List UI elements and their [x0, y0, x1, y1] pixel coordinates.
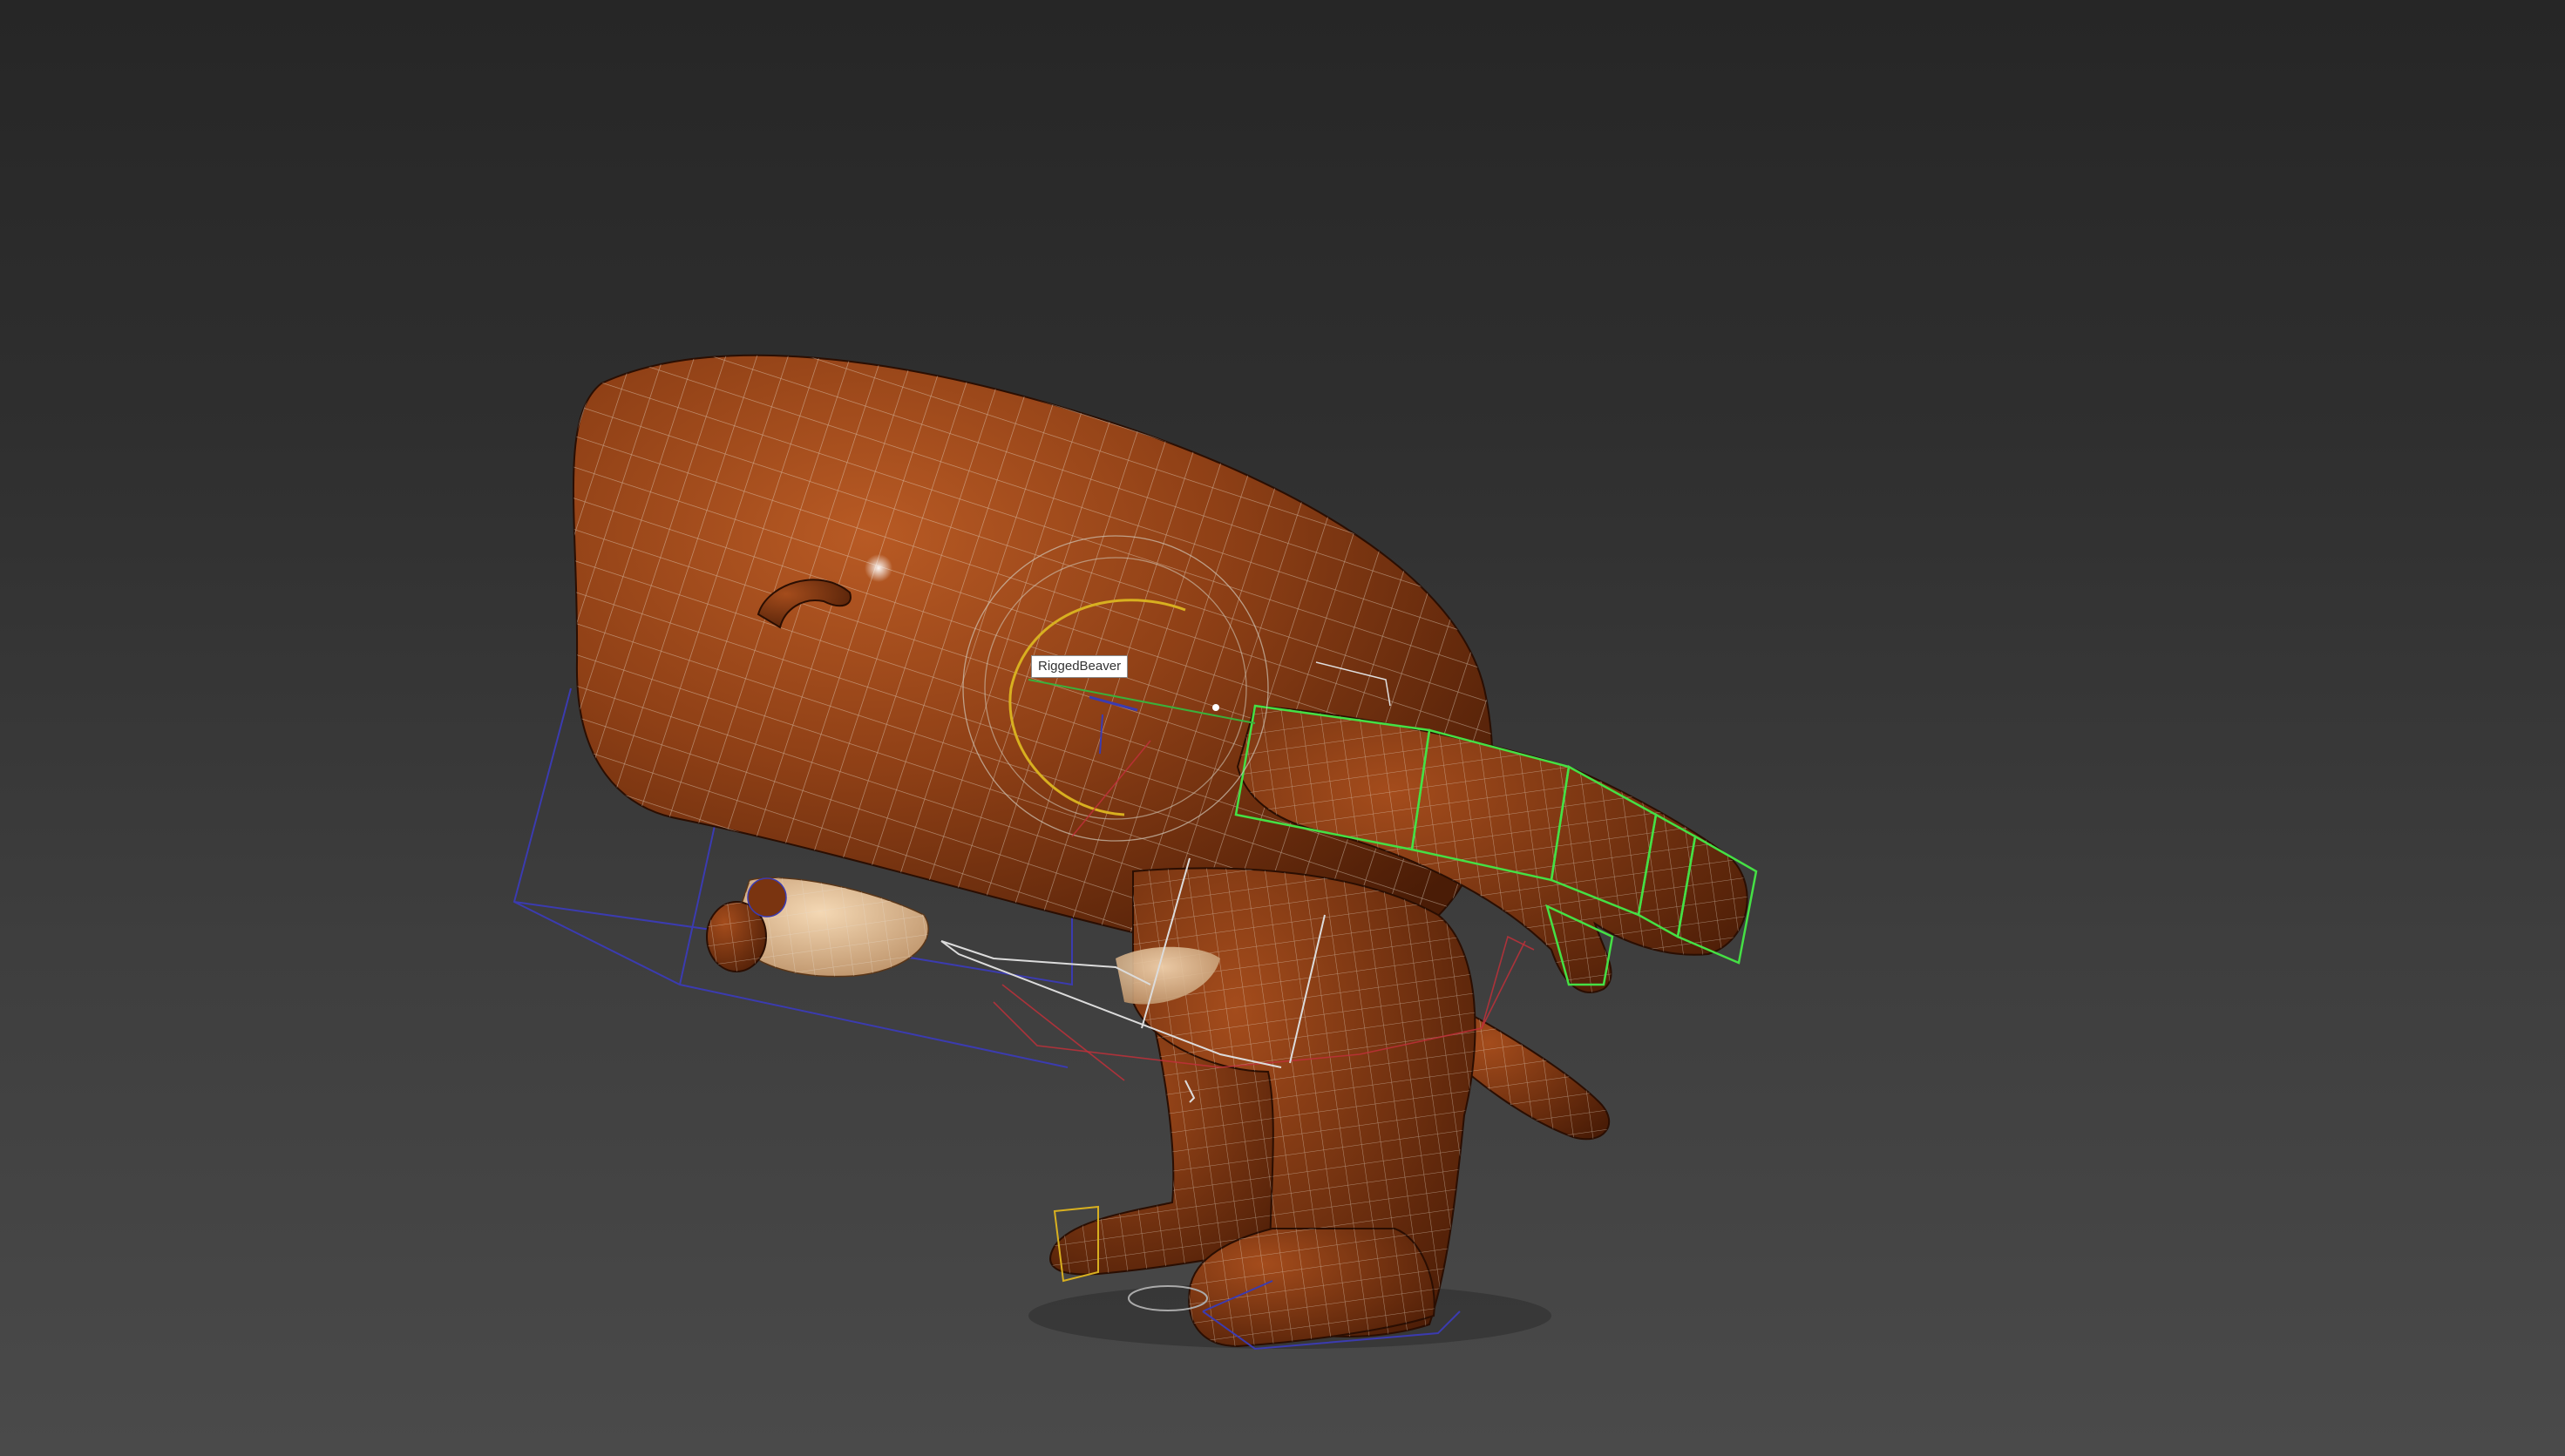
eye-highlight — [865, 554, 892, 582]
viewport-scene[interactable] — [0, 0, 2565, 1456]
object-name-label: RiggedBeaver — [1031, 655, 1129, 678]
3d-viewport[interactable]: RiggedBeaver — [0, 0, 2565, 1456]
beaver-ear[interactable] — [747, 877, 787, 918]
